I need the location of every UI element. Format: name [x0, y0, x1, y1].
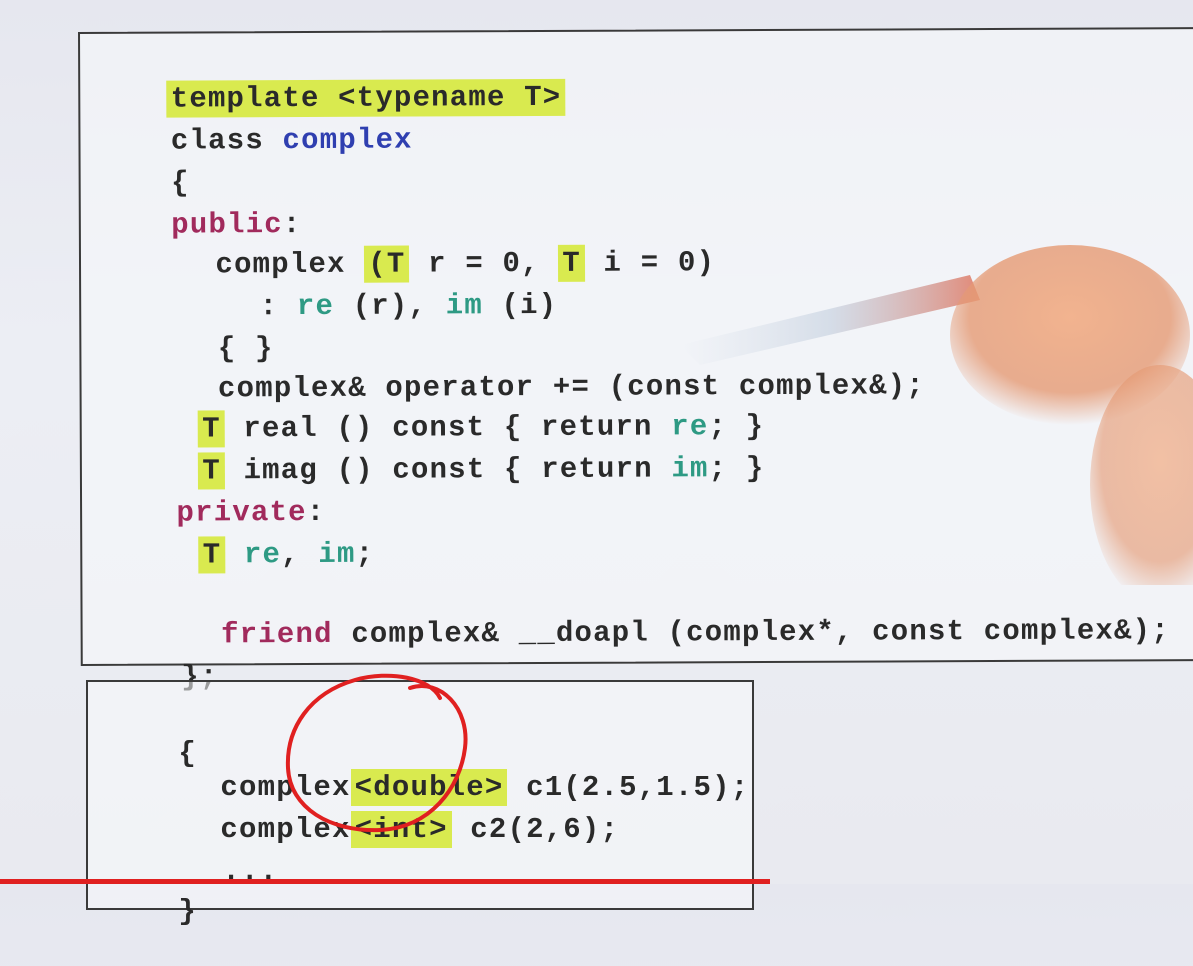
usage-line-close: } — [104, 858, 197, 966]
init-i: (i) — [482, 288, 558, 323]
progress-bar-red — [0, 879, 770, 884]
member-im: im — [445, 289, 483, 323]
red-annotation-circle — [285, 673, 468, 833]
members-semicolon: ; — [355, 537, 375, 571]
member-im: im — [318, 537, 356, 571]
pointer-hand-icon — [680, 245, 1193, 585]
member-re: re — [296, 289, 335, 324]
members-comma: , — [281, 537, 319, 572]
init-r: (r), — [333, 289, 446, 323]
class-name: complex — [282, 123, 413, 158]
friend-keyword: friend — [220, 617, 333, 652]
usage-close-brace: } — [178, 895, 198, 928]
type-T-highlight: T — [558, 244, 586, 282]
member-re: re — [225, 538, 282, 572]
friend-decl: complex& __doapl (complex*, const comple… — [332, 614, 1170, 651]
type-T-highlight: T — [198, 536, 226, 574]
